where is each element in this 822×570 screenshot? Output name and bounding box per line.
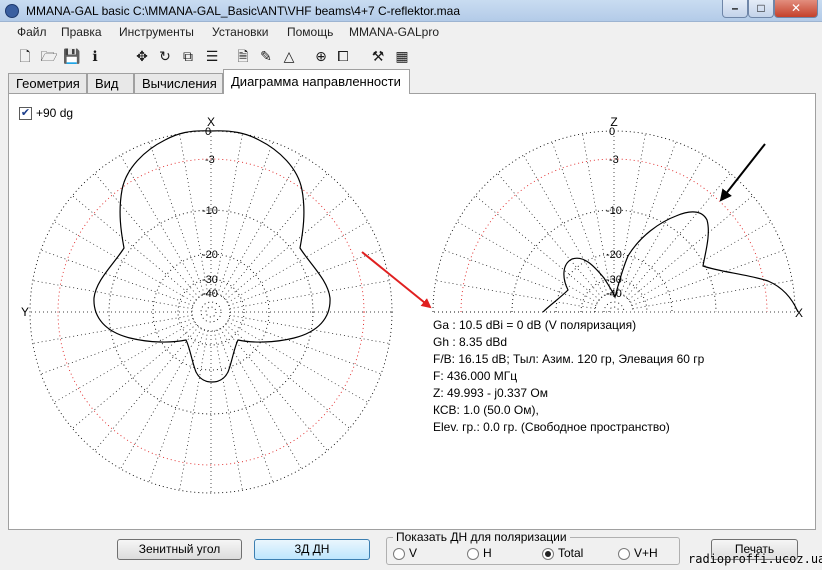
v-ring-label-3: -3 [609, 154, 619, 166]
v-grid-ring [603, 301, 625, 313]
h-grid-spoke [54, 321, 195, 403]
red-annotation-arrow [361, 251, 432, 309]
pattern-plots: X Y 0 -3 -10 -20 -30 -40 Z X 0 -3 -10 -2… [21, 115, 803, 494]
v-grid-ring [608, 306, 620, 313]
watermark-text: radioproffi.ucoz.ua [688, 552, 822, 566]
h-grid-spoke [222, 173, 328, 298]
h-ring-label-30: -30 [202, 274, 218, 286]
h-grid-spoke [222, 326, 328, 451]
v-grid-spoke [497, 173, 603, 298]
v-grid-spoke [620, 141, 677, 295]
h-grid-spoke [227, 321, 368, 403]
h-grid-spoke [148, 329, 205, 483]
v-grid-spoke [625, 173, 731, 298]
h-grid-spoke [148, 141, 205, 295]
h-ring-label-20: -20 [202, 249, 218, 261]
h-grid-spoke [120, 155, 202, 296]
v-grid-spoke [623, 155, 705, 296]
h-grid-ring [200, 301, 222, 323]
v-grid-spoke [631, 249, 785, 306]
h-grid-spoke [217, 141, 274, 295]
v-grid-spoke [630, 221, 771, 303]
tab-radiation-pattern[interactable]: Диаграмма направленности [223, 69, 410, 94]
v-ring-label-0: 0 [609, 126, 615, 138]
black-annotation-arrow [719, 143, 766, 202]
h-grid-spoke [220, 328, 302, 469]
h-grid-spoke [228, 318, 382, 375]
h-grid-spoke [228, 249, 382, 306]
h-grid-spoke [54, 221, 195, 303]
result-gain-dbd: Gh : 8.35 dBd [433, 335, 508, 349]
h-grid-spoke [94, 173, 200, 298]
result-frequency: F: 436.000 МГц [433, 369, 518, 383]
plus90-label: +90 dg [36, 106, 74, 120]
result-impedance: Z: 49.993 - j0.337 Ом [433, 386, 548, 400]
result-swr: КСВ: 1.0 (50.0 Ом), [433, 403, 539, 417]
plus90-checkbox[interactable]: ✔ [19, 107, 32, 120]
h-grid-spoke [220, 155, 302, 296]
h-grid-spoke [227, 221, 368, 303]
v-grid-spoke [551, 141, 608, 295]
h-grid-spoke [225, 195, 350, 301]
h-ring-label-10: -10 [202, 205, 218, 217]
v-grid-spoke [475, 195, 600, 301]
horizontal-pattern-grid [29, 130, 393, 494]
result-elevation: Elev. гр.: 0.0 гр. (Свободное пространст… [433, 420, 670, 434]
h-ring-label-40: -40 [202, 288, 218, 300]
h-grid-spoke [213, 133, 243, 294]
h-grid-spoke [179, 330, 209, 491]
h-grid-spoke [40, 318, 194, 375]
result-front-back: F/B: 16.15 dB; Тыл: Азим. 120 гр, Элевац… [433, 352, 705, 366]
h-grid-ring [152, 253, 270, 371]
v-ring-label-20: -20 [606, 249, 622, 261]
v-grid-spoke [457, 221, 598, 303]
h-grid-spoke [32, 280, 193, 310]
h-grid-ring [205, 306, 217, 318]
h-ring-label-3: -3 [205, 154, 215, 166]
horizontal-axis-left-label: Y [21, 305, 29, 319]
h-ring-label-0: 0 [205, 126, 211, 138]
h-grid-spoke [229, 314, 390, 344]
v-ring-label-10: -10 [606, 205, 622, 217]
result-gain-dbi: Ga : 10.5 dBi = 0 dB (V поляризация) [433, 318, 637, 332]
h-grid-spoke [217, 329, 274, 483]
h-grid-ring [29, 130, 393, 494]
h-grid-spoke [72, 195, 197, 301]
h-grid-spoke [94, 326, 200, 451]
v-grid-spoke [435, 280, 596, 310]
h-grid-spoke [72, 323, 197, 429]
vertical-pattern-curve [542, 211, 799, 313]
